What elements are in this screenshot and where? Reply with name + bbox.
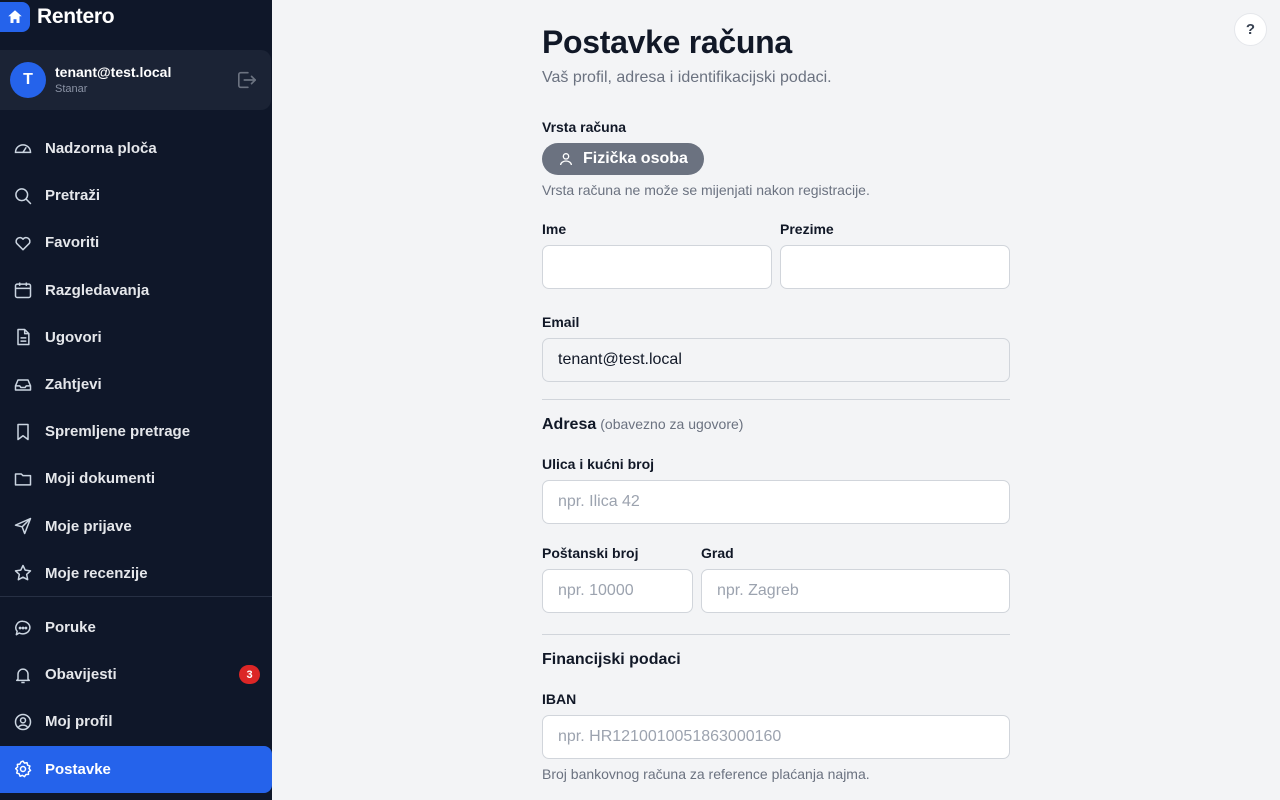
section-divider bbox=[542, 634, 1010, 635]
dashboard-gauge-icon bbox=[12, 138, 34, 160]
financial-section-title: Financijski podaci bbox=[542, 651, 681, 668]
sidebar-item-favorites[interactable]: Favoriti bbox=[0, 219, 272, 266]
sidebar-item-saved-searches[interactable]: Spremljene pretrage bbox=[0, 408, 272, 455]
notification-count-badge: 3 bbox=[239, 665, 260, 685]
sidebar-item-label: Nadzorna ploča bbox=[45, 140, 157, 158]
sidebar-item-label: Moj profil bbox=[45, 713, 113, 731]
account-type-help: Vrsta računa ne može se mijenjati nakon … bbox=[542, 182, 870, 198]
send-icon bbox=[12, 515, 34, 537]
heart-icon bbox=[12, 232, 34, 254]
sidebar-nav: Nadzorna ploča Pretraži Favoriti Razgled… bbox=[0, 125, 272, 597]
star-icon bbox=[12, 562, 34, 584]
account-type-value: Fizička osoba bbox=[583, 150, 688, 167]
city-field[interactable] bbox=[701, 569, 1010, 613]
account-type-label: Vrsta računa bbox=[542, 119, 627, 135]
sidebar-item-label: Spremljene pretrage bbox=[45, 423, 191, 441]
last-name-field[interactable] bbox=[780, 245, 1010, 289]
account-type-pill: Fizička osoba bbox=[542, 143, 704, 175]
user-card: T tenant@test.local Stanar bbox=[0, 50, 271, 110]
street-field[interactable] bbox=[542, 480, 1010, 524]
email-label: Email bbox=[542, 314, 580, 330]
iban-field[interactable] bbox=[542, 715, 1010, 759]
user-role: Stanar bbox=[55, 83, 88, 95]
sidebar: Rentero T tenant@test.local Stanar Nadzo… bbox=[0, 0, 272, 800]
user-icon bbox=[558, 151, 574, 167]
iban-help: Broj bankovnog računa za reference plaća… bbox=[542, 766, 870, 782]
sidebar-item-label: Poruke bbox=[45, 619, 96, 637]
document-icon bbox=[12, 326, 34, 348]
sidebar-item-contracts[interactable]: Ugovori bbox=[0, 314, 272, 361]
section-divider bbox=[542, 399, 1010, 400]
sidebar-item-label: Zahtjevi bbox=[45, 376, 102, 394]
postal-code-field[interactable] bbox=[542, 569, 693, 613]
sidebar-item-label: Pretraži bbox=[45, 187, 101, 205]
sidebar-item-dashboard[interactable]: Nadzorna ploča bbox=[0, 125, 272, 172]
email-field[interactable] bbox=[542, 338, 1010, 382]
sidebar-divider bbox=[0, 596, 272, 597]
sidebar-item-label: Moji dokumenti bbox=[45, 470, 155, 488]
help-button[interactable]: ? bbox=[1234, 13, 1267, 46]
logout-icon[interactable] bbox=[236, 70, 258, 90]
postal-code-label: Poštanski broj bbox=[542, 545, 639, 561]
sidebar-item-settings[interactable]: Postavke bbox=[0, 745, 272, 793]
iban-label: IBAN bbox=[542, 691, 577, 707]
sidebar-item-label: Favoriti bbox=[45, 234, 100, 252]
bookmark-icon bbox=[12, 421, 34, 443]
search-icon bbox=[12, 185, 34, 207]
sidebar-item-label: Razgledavanja bbox=[45, 281, 150, 299]
page-subtitle: Vaš profil, adresa i identifikacijski po… bbox=[542, 69, 832, 86]
sidebar-item-reviews[interactable]: Moje recenzije bbox=[0, 550, 272, 597]
first-name-field[interactable] bbox=[542, 245, 772, 289]
city-label: Grad bbox=[701, 545, 734, 561]
sidebar-item-messages[interactable]: Poruke bbox=[0, 604, 272, 651]
sidebar-item-profile[interactable]: Moj profil bbox=[0, 698, 272, 745]
inbox-icon bbox=[12, 374, 34, 396]
address-title: Adresa bbox=[542, 416, 597, 433]
sidebar-item-label: Obavijesti bbox=[45, 666, 117, 684]
avatar: T bbox=[10, 62, 46, 98]
folder-icon bbox=[12, 468, 34, 490]
sidebar-item-viewings[interactable]: Razgledavanja bbox=[0, 267, 272, 314]
street-label: Ulica i kućni broj bbox=[542, 456, 655, 472]
sidebar-nav-secondary: Poruke Obavijesti 3 Moj profil Postavke bbox=[0, 604, 272, 793]
bell-icon bbox=[12, 664, 34, 686]
calendar-icon bbox=[12, 279, 34, 301]
sidebar-item-search[interactable]: Pretraži bbox=[0, 172, 272, 219]
page-title: Postavke računa bbox=[542, 24, 792, 60]
sidebar-item-label: Ugovori bbox=[45, 328, 102, 346]
sidebar-item-requests[interactable]: Zahtjevi bbox=[0, 361, 272, 408]
brand[interactable]: Rentero bbox=[0, 0, 115, 34]
address-note: (obavezno za ugovore) bbox=[600, 416, 744, 432]
first-name-label: Ime bbox=[542, 221, 567, 237]
sidebar-item-documents[interactable]: Moji dokumenti bbox=[0, 455, 272, 502]
last-name-label: Prezime bbox=[780, 221, 834, 237]
sidebar-item-applications[interactable]: Moje prijave bbox=[0, 503, 272, 550]
brand-name: Rentero bbox=[37, 5, 115, 28]
chat-icon bbox=[12, 617, 34, 639]
sidebar-item-label: Postavke bbox=[45, 760, 111, 778]
sidebar-item-label: Moje recenzije bbox=[45, 564, 148, 582]
sidebar-item-notifications[interactable]: Obavijesti 3 bbox=[0, 651, 272, 698]
gear-icon bbox=[12, 758, 34, 780]
user-email: tenant@test.local bbox=[55, 64, 172, 80]
address-section-title: Adresa (obavezno za ugovore) bbox=[542, 416, 743, 434]
user-circle-icon bbox=[12, 711, 34, 733]
home-icon bbox=[0, 2, 30, 32]
sidebar-item-label: Moje prijave bbox=[45, 517, 132, 535]
